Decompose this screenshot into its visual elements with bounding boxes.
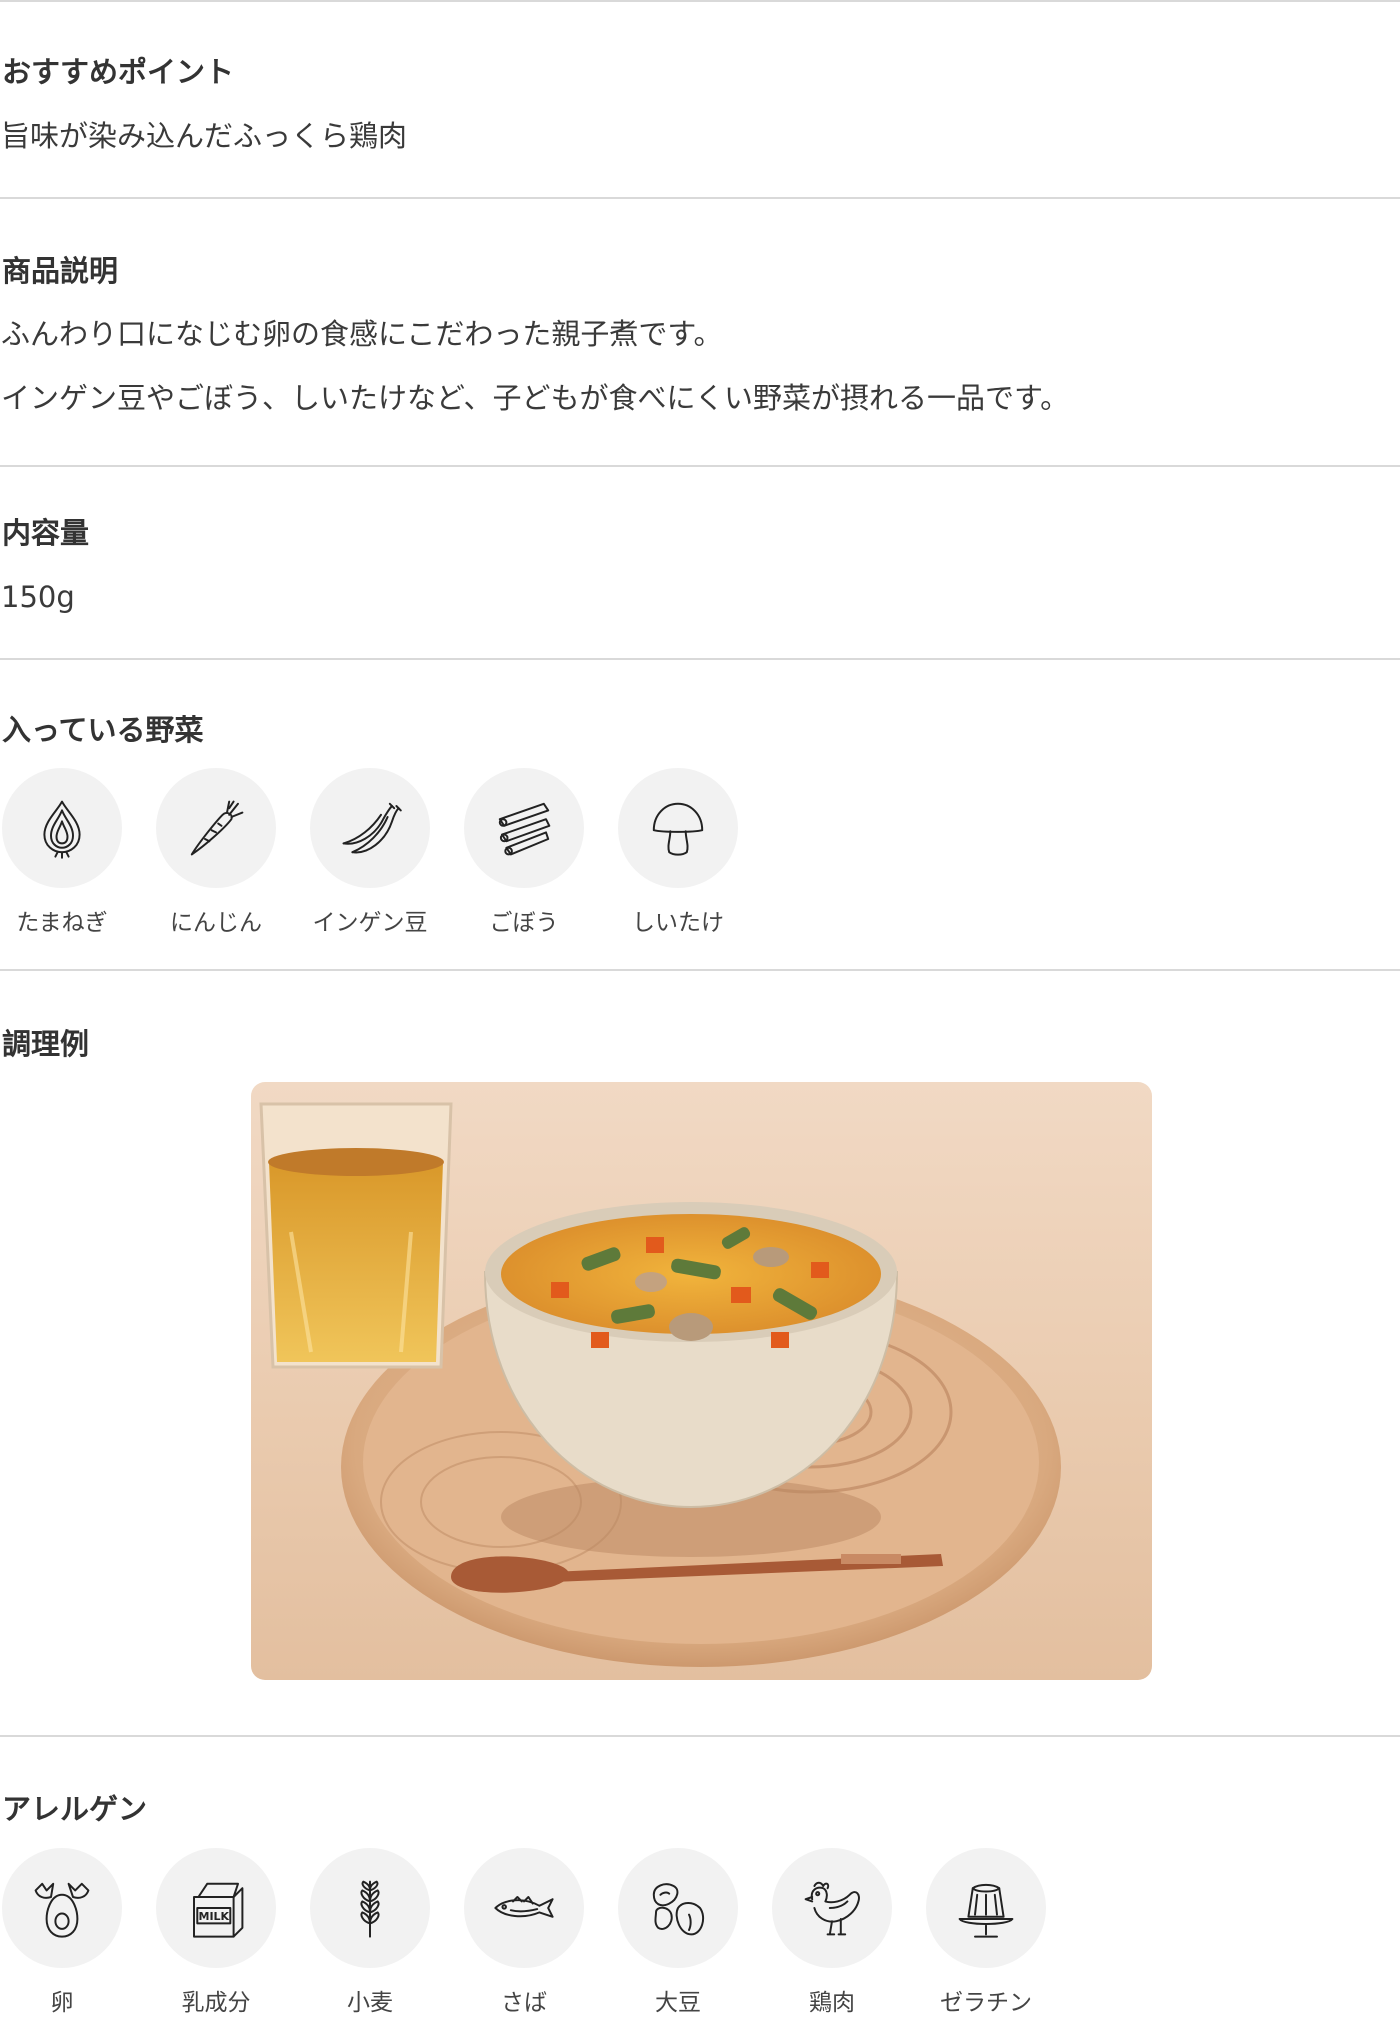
allergen-label: ゼラチン	[940, 1990, 1032, 2016]
burdock-icon	[464, 768, 584, 888]
divider	[0, 0, 1400, 2]
allergen-item-chicken: 鶏肉	[772, 1848, 892, 2018]
vegetable-label: しいたけ	[632, 910, 724, 936]
allergen-label: 乳成分	[181, 1990, 251, 2016]
content-value: 150g	[1, 580, 75, 614]
allergen-label: 卵	[50, 1990, 74, 2016]
allergen-label: 小麦	[347, 1990, 393, 2016]
soybean-icon	[618, 1848, 738, 1968]
vegetable-item-mushroom: しいたけ	[618, 768, 738, 938]
vegetable-label: インゲン豆	[312, 910, 428, 936]
vegetables-heading: 入っている野菜	[2, 713, 204, 747]
svg-text:MILK: MILK	[199, 1910, 230, 1923]
vegetable-item-onion: たまねぎ	[2, 768, 122, 938]
divider	[0, 197, 1400, 199]
description-line-2: インゲン豆やごぼう、しいたけなど、子どもが食べにくい野菜が摂れる一品です。	[1, 381, 1070, 415]
divider	[0, 658, 1400, 660]
allergens-icon-list: 卵 MILK 乳成分 小麦 さば 大豆 鶏肉 ゼラチン	[2, 1848, 1046, 2018]
egg-icon	[2, 1848, 122, 1968]
allergen-label: さば	[501, 1990, 547, 2016]
vegetable-item-burdock: ごぼう	[464, 768, 584, 938]
chicken-icon	[772, 1848, 892, 1968]
recommend-heading: おすすめポイント	[2, 55, 235, 89]
allergen-label: 大豆	[655, 1990, 701, 2016]
allergen-item-milk: MILK 乳成分	[156, 1848, 276, 2018]
description-heading: 商品説明	[2, 254, 119, 288]
allergen-item-fish: さば	[464, 1848, 584, 2018]
divider	[0, 969, 1400, 971]
onion-icon	[2, 768, 122, 888]
allergen-item-soybean: 大豆	[618, 1848, 738, 2018]
vegetables-icon-list: たまねぎ にんじん インゲン豆 ごぼう しいたけ	[2, 768, 738, 938]
allergen-item-wheat: 小麦	[310, 1848, 430, 2018]
allergen-item-gelatin: ゼラチン	[926, 1848, 1046, 2018]
product-detail-page: おすすめポイント 旨味が染み込んだふっくら鶏肉 商品説明 ふんわり口になじむ卵の…	[0, 0, 1400, 2016]
carrot-icon	[156, 768, 276, 888]
mushroom-icon	[618, 768, 738, 888]
fish-icon	[464, 1848, 584, 1968]
divider	[0, 465, 1400, 467]
vegetable-label: にんじん	[170, 910, 262, 936]
cooking-example-photo	[251, 1082, 1152, 1680]
description-line-1: ふんわり口になじむ卵の食感にこだわった親子煮です。	[1, 317, 723, 351]
vegetable-item-carrot: にんじん	[156, 768, 276, 938]
vegetable-item-green-bean: インゲン豆	[310, 768, 430, 938]
wheat-icon	[310, 1848, 430, 1968]
milk-icon: MILK	[156, 1848, 276, 1968]
allergens-heading: アレルゲン	[2, 1792, 148, 1826]
content-heading: 内容量	[2, 516, 90, 550]
gelatin-icon	[926, 1848, 1046, 1968]
green-bean-icon	[310, 768, 430, 888]
vegetable-label: たまねぎ	[16, 910, 108, 936]
recommend-text: 旨味が染み込んだふっくら鶏肉	[1, 119, 408, 153]
cooking-heading: 調理例	[2, 1027, 90, 1061]
allergen-label: 鶏肉	[809, 1990, 855, 2016]
divider	[0, 1735, 1400, 1737]
vegetable-label: ごぼう	[489, 910, 559, 936]
allergen-item-egg: 卵	[2, 1848, 122, 2018]
